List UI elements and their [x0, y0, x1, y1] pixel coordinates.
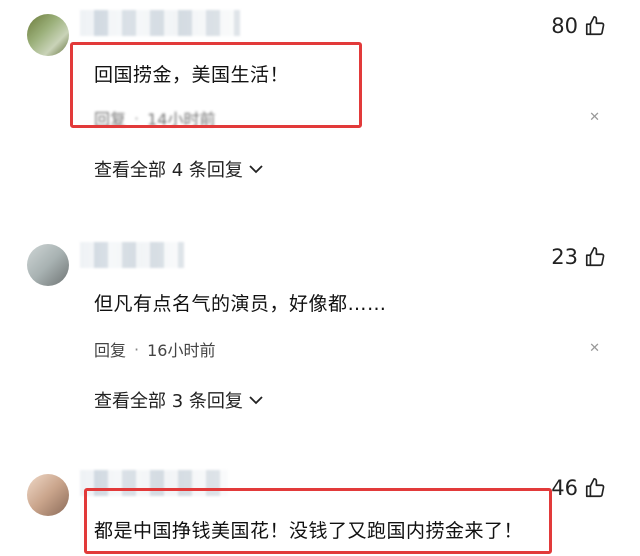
- avatar[interactable]: [27, 14, 69, 56]
- chevron-down-icon: [249, 165, 263, 174]
- username-blurred[interactable]: [80, 10, 240, 36]
- reply-button[interactable]: 回复: [94, 337, 126, 361]
- view-replies-text: 查看全部 3 条回复: [94, 391, 243, 412]
- like-button[interactable]: 80: [551, 14, 606, 38]
- thumbs-up-icon: [585, 247, 605, 267]
- highlight-box: [70, 42, 362, 128]
- comment-text: 但凡有点名气的演员，好像都……: [94, 293, 387, 315]
- close-icon[interactable]: ✕: [589, 110, 600, 125]
- chevron-down-icon: [249, 396, 263, 405]
- view-replies-link[interactable]: 查看全部 4 条回复: [94, 156, 263, 182]
- thumbs-up-icon: [585, 16, 605, 36]
- view-replies-text: 查看全部 4 条回复: [94, 160, 243, 181]
- thumbs-up-icon: [585, 478, 605, 498]
- username-blurred[interactable]: [80, 242, 184, 268]
- comment-meta: 回复 · 16小时前: [94, 337, 215, 361]
- separator-dot: ·: [134, 339, 140, 359]
- avatar[interactable]: [27, 474, 69, 516]
- like-count: 80: [551, 14, 578, 38]
- comment-time: 16小时前: [147, 341, 216, 360]
- like-count: 46: [551, 476, 578, 500]
- close-icon[interactable]: ✕: [589, 341, 600, 356]
- highlight-box: [84, 488, 552, 554]
- view-replies-link[interactable]: 查看全部 3 条回复: [94, 387, 263, 413]
- like-count: 23: [551, 245, 578, 269]
- avatar[interactable]: [27, 244, 69, 286]
- like-button[interactable]: 46: [551, 476, 606, 500]
- like-button[interactable]: 23: [551, 245, 606, 269]
